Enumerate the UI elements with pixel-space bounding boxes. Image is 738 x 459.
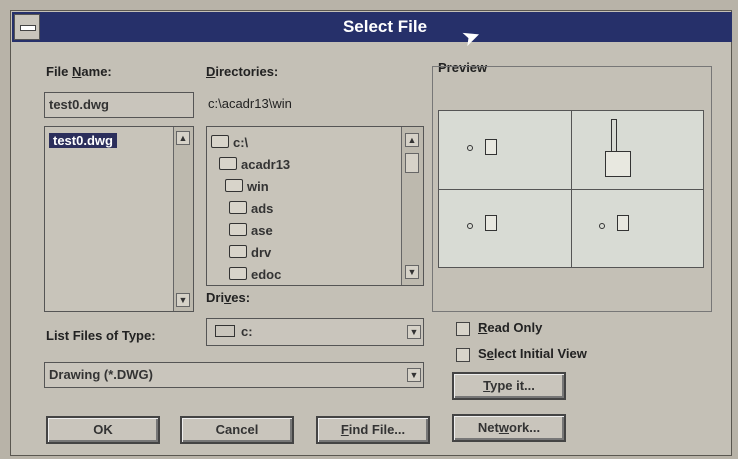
ok-button[interactable]: OK <box>46 416 160 444</box>
chevron-down-icon[interactable]: ▼ <box>407 325 421 339</box>
type-it-button[interactable]: Type it... <box>452 372 566 400</box>
file-name-label: File Name: <box>46 64 112 79</box>
directory-item[interactable]: ase <box>229 223 273 238</box>
system-menu-icon[interactable] <box>14 14 40 40</box>
directory-item[interactable]: ads <box>229 201 273 216</box>
directory-scrollbar[interactable]: ▲ ▼ <box>401 127 423 285</box>
directory-item[interactable]: drv <box>229 245 271 260</box>
list-item[interactable]: test0.dwg <box>49 133 117 148</box>
file-list[interactable]: test0.dwg ▲ ▼ <box>44 126 194 312</box>
current-directory: c:\acadr13\win <box>208 96 292 111</box>
open-folder-icon <box>225 179 243 192</box>
file-type-select[interactable]: Drawing (*.DWG) ▼ <box>44 362 424 388</box>
directories-label: Directories: <box>206 64 279 79</box>
preview-shape <box>485 215 497 231</box>
preview-shape <box>599 223 605 229</box>
folder-icon <box>229 267 247 280</box>
drives-select[interactable]: c: ▼ <box>206 318 424 346</box>
drive-icon <box>215 325 235 337</box>
cancel-button[interactable]: Cancel <box>180 416 294 444</box>
preview-pane <box>438 110 704 268</box>
open-folder-icon <box>211 135 229 148</box>
drives-label: Drives: <box>206 290 251 305</box>
read-only-checkbox[interactable] <box>456 322 470 336</box>
scroll-thumb[interactable] <box>405 153 419 173</box>
preview-shape <box>605 151 631 177</box>
file-list-scrollbar[interactable]: ▲ ▼ <box>173 127 193 311</box>
open-folder-icon <box>219 157 237 170</box>
folder-icon <box>229 223 247 236</box>
folder-icon <box>229 245 247 258</box>
find-file-button[interactable]: Find File... <box>316 416 430 444</box>
read-only-label: Read Only <box>478 320 543 335</box>
scroll-down-icon[interactable]: ▼ <box>176 293 190 307</box>
directory-item[interactable]: c:\ <box>211 135 248 150</box>
preview-shape <box>467 223 473 229</box>
network-button[interactable]: Network... <box>452 414 566 442</box>
select-initial-view-checkbox[interactable] <box>456 348 470 362</box>
preview-shape <box>617 215 629 231</box>
scroll-down-icon[interactable]: ▼ <box>405 265 419 279</box>
preview-shape <box>485 139 497 155</box>
directory-item[interactable]: edoc <box>229 267 281 282</box>
directory-list[interactable]: c:\ acadr13 win ads ase drv edoc ▲ ▼ <box>206 126 424 286</box>
file-type-label: List Files of Type: <box>46 328 156 343</box>
window-title: Select File <box>342 17 428 36</box>
divider <box>439 189 703 190</box>
select-initial-view-label: Select Initial View <box>478 346 587 361</box>
folder-icon <box>229 201 247 214</box>
scroll-up-icon[interactable]: ▲ <box>176 131 190 145</box>
file-name-input[interactable]: test0.dwg <box>44 92 194 118</box>
preview-shape <box>467 145 473 151</box>
chevron-down-icon[interactable]: ▼ <box>407 368 421 382</box>
directory-item[interactable]: win <box>225 179 269 194</box>
scroll-up-icon[interactable]: ▲ <box>405 133 419 147</box>
directory-item[interactable]: acadr13 <box>219 157 290 172</box>
